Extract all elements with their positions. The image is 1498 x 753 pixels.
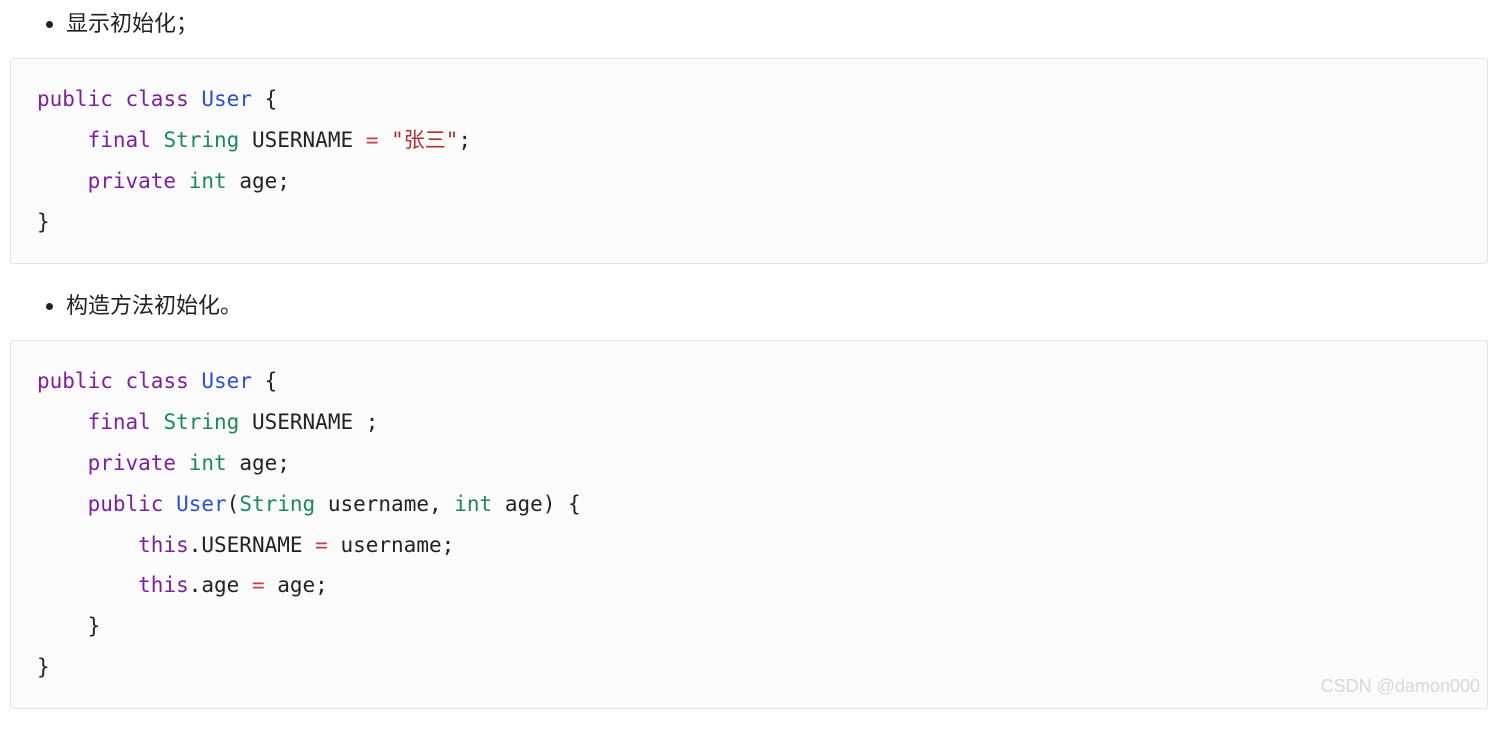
code-block-2: public class User { final String USERNAM… (10, 340, 1488, 710)
bullet-constructor-init: 构造方法初始化。 (66, 288, 1488, 320)
bullet-explicit-init: 显示初始化； (66, 6, 1488, 38)
code-block-1: public class User { final String USERNAM… (10, 58, 1488, 264)
